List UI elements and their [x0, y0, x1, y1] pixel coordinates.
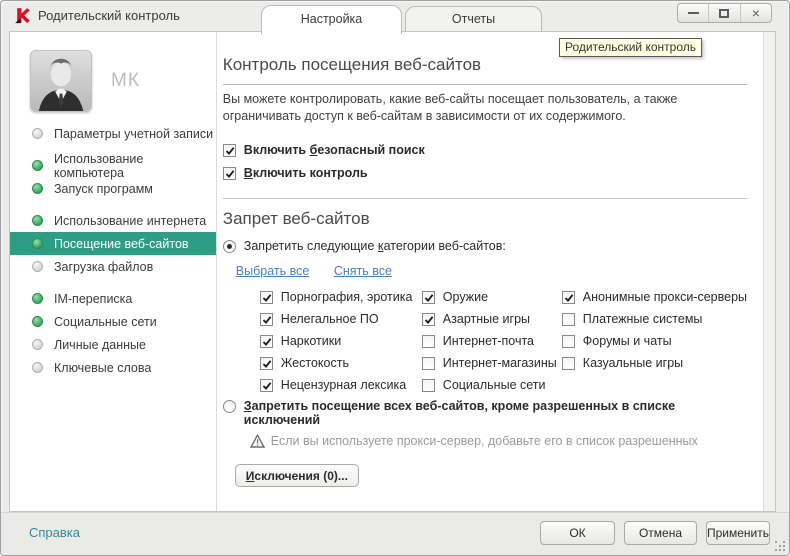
category-casual-games-checkbox[interactable]: Казуальные игры	[561, 352, 747, 374]
parental-control-window: Родительский контроль Настройка Отчеты ×…	[0, 0, 790, 556]
checkbox-checked-icon	[421, 290, 435, 304]
checkbox-unchecked-icon	[561, 356, 575, 370]
warning-text: Если вы используете прокси-сервер, добав…	[270, 434, 698, 448]
close-icon: ×	[751, 5, 760, 21]
sidebar-item-website-visits[interactable]: Посещение веб-сайтов	[10, 232, 216, 255]
radio-block-all-sites[interactable]: Запретить посещение всех веб-сайтов, кро…	[222, 399, 747, 427]
sidebar-item-keywords[interactable]: Ключевые слова	[10, 356, 216, 379]
maximize-button[interactable]	[709, 4, 741, 22]
checkbox-checked-icon	[259, 356, 273, 370]
dialog-buttons: ОК Отмена Применить	[531, 521, 770, 545]
warning-icon	[249, 434, 265, 448]
category-grid: Порнография, эротика Нелегальное ПО Нарк…	[259, 286, 747, 396]
status-dot-off-icon	[32, 339, 43, 350]
user-initials: МК	[111, 70, 140, 91]
checkbox-unchecked-icon	[421, 378, 435, 392]
proxy-warning: Если вы используете прокси-сервер, добав…	[249, 434, 747, 448]
user-block: МК	[10, 48, 216, 114]
window-title: Родительский контроль	[38, 8, 180, 23]
safe-search-checkbox[interactable]: Включить безопасный поиск	[222, 143, 747, 157]
apply-button[interactable]: Применить	[706, 521, 770, 545]
tooltip: Родительский контроль	[559, 38, 702, 57]
category-anonymous-proxies-checkbox[interactable]: Анонимные прокси-серверы	[561, 286, 747, 308]
select-all-link[interactable]: Выбрать все	[236, 264, 310, 278]
status-dot-off-icon	[32, 128, 43, 139]
resize-grip[interactable]	[775, 541, 785, 551]
checkbox-unchecked-icon	[421, 356, 435, 370]
category-violence-checkbox[interactable]: Жестокость	[259, 352, 422, 374]
sidebar-item-personal-data[interactable]: Личные данные	[10, 333, 216, 356]
divider	[222, 84, 747, 85]
category-profanity-checkbox[interactable]: Нецензурная лексика	[259, 374, 422, 396]
sidebar-item-computer-usage[interactable]: Использование компьютера	[10, 152, 216, 180]
minimize-button[interactable]	[678, 4, 710, 22]
close-button[interactable]: ×	[741, 4, 771, 22]
page-title: Контроль посещения веб-сайтов	[222, 55, 482, 74]
checkbox-unchecked-icon	[561, 312, 575, 326]
checkbox-checked-icon	[222, 144, 236, 157]
avatar	[30, 50, 92, 112]
kaspersky-logo-icon	[14, 7, 31, 24]
tab-reports[interactable]: Отчеты	[405, 6, 542, 31]
sidebar-item-file-downloads[interactable]: Загрузка файлов	[10, 255, 216, 278]
sidebar-item-social-networks[interactable]: Социальные сети	[10, 310, 216, 333]
status-dot-off-icon	[32, 362, 43, 373]
maximize-icon	[719, 8, 730, 18]
checkbox-unchecked-icon	[421, 334, 435, 348]
category-illegal-software-checkbox[interactable]: Нелегальное ПО	[259, 308, 422, 330]
sidebar-item-im-messaging[interactable]: IM-переписка	[10, 287, 216, 310]
status-dot-off-icon	[32, 261, 43, 272]
ok-button[interactable]: ОК	[540, 521, 615, 545]
sidebar-item-account-settings[interactable]: Параметры учетной записи	[10, 122, 216, 145]
radio-block-categories[interactable]: Запретить следующие категории веб-сайтов…	[222, 239, 747, 253]
divider	[222, 198, 747, 199]
footer-bar: Справка ОК Отмена Применить	[1, 512, 789, 555]
scrollbar-track[interactable]	[763, 32, 775, 511]
status-dot-on-icon	[32, 183, 43, 194]
status-dot-on-icon	[32, 238, 43, 249]
sidebar-nav: Параметры учетной записи Использование к…	[10, 122, 216, 379]
status-dot-on-icon	[32, 316, 43, 327]
checkbox-checked-icon	[561, 290, 575, 304]
sidebar-item-program-launch[interactable]: Запуск программ	[10, 177, 216, 200]
radio-selected-icon	[222, 240, 236, 253]
exceptions-button[interactable]: Исключения (0)...	[234, 464, 359, 487]
checkbox-checked-icon	[421, 312, 435, 326]
tab-settings[interactable]: Настройка	[261, 5, 402, 34]
checkbox-checked-icon	[222, 167, 236, 180]
checkbox-unchecked-icon	[561, 334, 575, 348]
status-dot-on-icon	[32, 293, 43, 304]
window-controls: ×	[677, 3, 772, 23]
sidebar: МК Параметры учетной записи Использовани…	[10, 32, 217, 511]
category-gambling-checkbox[interactable]: Азартные игры	[421, 308, 562, 330]
titlebar: Родительский контроль Настройка Отчеты ×	[1, 1, 789, 34]
clear-all-link[interactable]: Снять все	[334, 264, 392, 278]
checkbox-checked-icon	[259, 378, 273, 392]
main-panel: МК Параметры учетной записи Использовани…	[9, 31, 776, 512]
category-webmail-checkbox[interactable]: Интернет-почта	[421, 330, 562, 352]
category-social-networks-checkbox[interactable]: Социальные сети	[421, 374, 562, 396]
category-pornography-checkbox[interactable]: Порнография, эротика	[259, 286, 422, 308]
checkbox-checked-icon	[259, 312, 273, 326]
category-drugs-checkbox[interactable]: Наркотики	[259, 330, 422, 352]
status-dot-on-icon	[32, 160, 43, 171]
minimize-icon	[687, 12, 699, 14]
bulk-links: Выбрать все Снять все	[236, 264, 747, 278]
sidebar-item-internet-usage[interactable]: Использование интернета	[10, 209, 216, 232]
checkbox-checked-icon	[259, 334, 273, 348]
help-link[interactable]: Справка	[29, 525, 80, 540]
radio-unselected-icon	[222, 400, 236, 413]
category-payment-systems-checkbox[interactable]: Платежные системы	[561, 308, 747, 330]
category-online-shops-checkbox[interactable]: Интернет-магазины	[421, 352, 562, 374]
settings-content: Контроль посещения веб-сайтов Вы можете …	[217, 32, 775, 511]
description: Вы можете контролировать, какие веб-сайт…	[222, 92, 678, 123]
category-forums-chats-checkbox[interactable]: Форумы и чаты	[561, 330, 747, 352]
category-weapons-checkbox[interactable]: Оружие	[421, 286, 562, 308]
section-title-web-ban: Запрет веб-сайтов	[222, 209, 370, 228]
cancel-button[interactable]: Отмена	[624, 521, 697, 545]
enable-control-checkbox[interactable]: Включить контроль	[222, 166, 747, 180]
checkbox-checked-icon	[259, 290, 273, 304]
status-dot-on-icon	[32, 215, 43, 226]
